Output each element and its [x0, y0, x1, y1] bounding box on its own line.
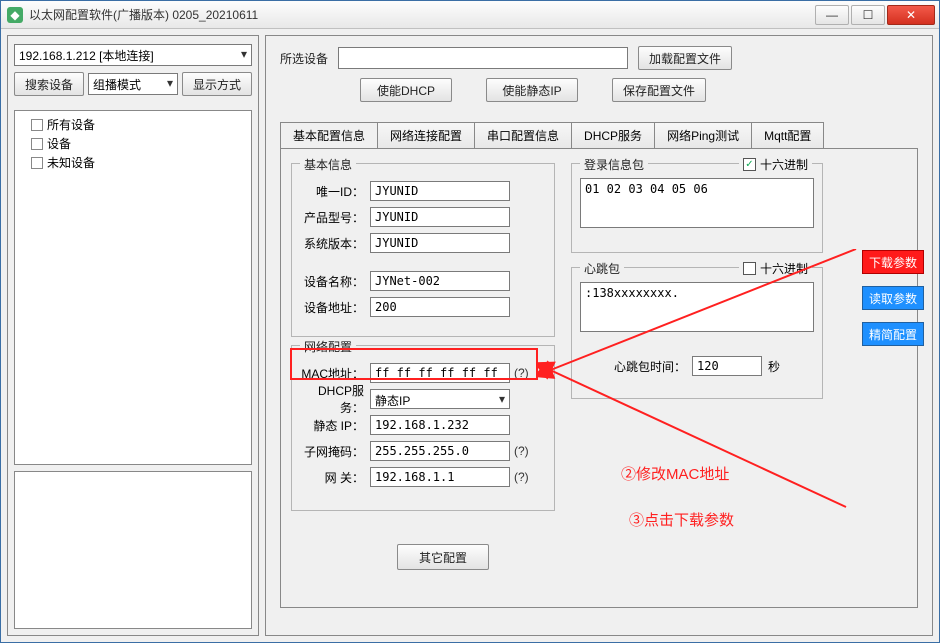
- app-icon: ◆: [7, 7, 23, 23]
- dhcp-service-combo[interactable]: 静态IP: [370, 389, 510, 409]
- minimize-button[interactable]: —: [815, 5, 849, 25]
- group-legend: 登录信息包: [580, 156, 648, 173]
- ip-adapter-combo[interactable]: 192.168.1.212 [本地连接]: [14, 44, 252, 66]
- hex-checkbox[interactable]: ✓: [743, 158, 756, 171]
- selected-device-label: 所选设备: [280, 50, 328, 67]
- load-config-button[interactable]: 加载配置文件: [638, 46, 732, 70]
- static-ip-input[interactable]: [370, 415, 510, 435]
- side-buttons: 下载参数 读取参数 精简配置: [862, 250, 924, 346]
- system-version-field: JYUNID: [370, 233, 510, 253]
- unique-id-field: JYUNID: [370, 181, 510, 201]
- read-params-button[interactable]: 读取参数: [862, 286, 924, 310]
- display-mode-button[interactable]: 显示方式: [182, 72, 252, 96]
- heartbeat-input[interactable]: :138xxxxxxxx.: [580, 282, 814, 332]
- save-config-button[interactable]: 保存配置文件: [612, 78, 706, 102]
- tab-ping[interactable]: 网络Ping测试: [655, 122, 752, 148]
- tab-basic[interactable]: 基本配置信息: [280, 122, 378, 148]
- close-button[interactable]: ✕: [887, 5, 935, 25]
- window-controls: — ☐ ✕: [813, 5, 935, 25]
- annotation-text-3: ③点击下载参数: [629, 509, 734, 530]
- login-packet-group: 登录信息包 ✓十六进制 01 02 03 04 05 06: [571, 163, 823, 253]
- search-device-button[interactable]: 搜索设备: [14, 72, 84, 96]
- download-params-button[interactable]: 下载参数: [862, 250, 924, 274]
- annotation-text-2: ②修改MAC地址: [621, 463, 729, 484]
- right-panel: 所选设备 加载配置文件 使能DHCP 使能静态IP 保存配置文件 基本配置信息 …: [265, 35, 933, 636]
- subnet-mask-input[interactable]: [370, 441, 510, 461]
- annotation-highlight: [290, 348, 538, 380]
- help-icon[interactable]: (?): [514, 470, 529, 484]
- selected-device-field: [338, 47, 628, 69]
- tab-netlink[interactable]: 网络连接配置: [378, 122, 475, 148]
- hex-checkbox-wrap: 十六进制: [739, 260, 812, 277]
- tree-item-devices[interactable]: 设备: [31, 134, 245, 153]
- device-addr-input[interactable]: [370, 297, 510, 317]
- checkbox-icon[interactable]: [31, 157, 43, 169]
- tree-item-all[interactable]: 所有设备: [31, 115, 245, 134]
- gateway-input[interactable]: [370, 467, 510, 487]
- other-config-button[interactable]: 其它配置: [397, 544, 489, 570]
- login-packet-input[interactable]: 01 02 03 04 05 06: [580, 178, 814, 228]
- tab-bar: 基本配置信息 网络连接配置 串口配置信息 DHCP服务 网络Ping测试 Mqt…: [280, 122, 918, 148]
- group-mode-combo[interactable]: 组播模式: [88, 73, 178, 95]
- product-model-field: JYUNID: [370, 207, 510, 227]
- hex-checkbox[interactable]: [743, 262, 756, 275]
- maximize-button[interactable]: ☐: [851, 5, 885, 25]
- left-panel: 192.168.1.212 [本地连接] 搜索设备 组播模式 显示方式 所有设备…: [7, 35, 259, 636]
- enable-static-button[interactable]: 使能静态IP: [486, 78, 578, 102]
- tree-item-unknown[interactable]: 未知设备: [31, 153, 245, 172]
- device-name-input[interactable]: [370, 271, 510, 291]
- heartbeat-time-input[interactable]: [692, 356, 762, 376]
- tab-dhcp[interactable]: DHCP服务: [572, 122, 655, 148]
- heartbeat-group: 心跳包 十六进制 :138xxxxxxxx. 心跳包时间： 秒: [571, 267, 823, 399]
- log-area: [14, 471, 252, 629]
- window-title: 以太网配置软件(广播版本) 0205_20210611: [29, 6, 258, 23]
- hex-checkbox-wrap: ✓十六进制: [739, 156, 812, 173]
- device-tree[interactable]: 所有设备 设备 未知设备: [14, 110, 252, 465]
- basic-info-group: 基本信息 唯一ID：JYUNID 产品型号：JYUNID 系统版本：JYUNID…: [291, 163, 555, 337]
- tab-serial[interactable]: 串口配置信息: [475, 122, 572, 148]
- simple-config-button[interactable]: 精简配置: [862, 322, 924, 346]
- titlebar: ◆ 以太网配置软件(广播版本) 0205_20210611 — ☐ ✕: [1, 1, 939, 29]
- checkbox-icon[interactable]: [31, 138, 43, 150]
- tab-mqtt[interactable]: Mqtt配置: [752, 122, 824, 148]
- main-area: 192.168.1.212 [本地连接] 搜索设备 组播模式 显示方式 所有设备…: [1, 29, 939, 642]
- enable-dhcp-button[interactable]: 使能DHCP: [360, 78, 452, 102]
- help-icon[interactable]: (?): [514, 444, 529, 458]
- group-legend: 基本信息: [300, 156, 356, 173]
- checkbox-icon[interactable]: [31, 119, 43, 131]
- tab-panel: 基本信息 唯一ID：JYUNID 产品型号：JYUNID 系统版本：JYUNID…: [280, 148, 918, 608]
- group-legend: 心跳包: [580, 260, 624, 277]
